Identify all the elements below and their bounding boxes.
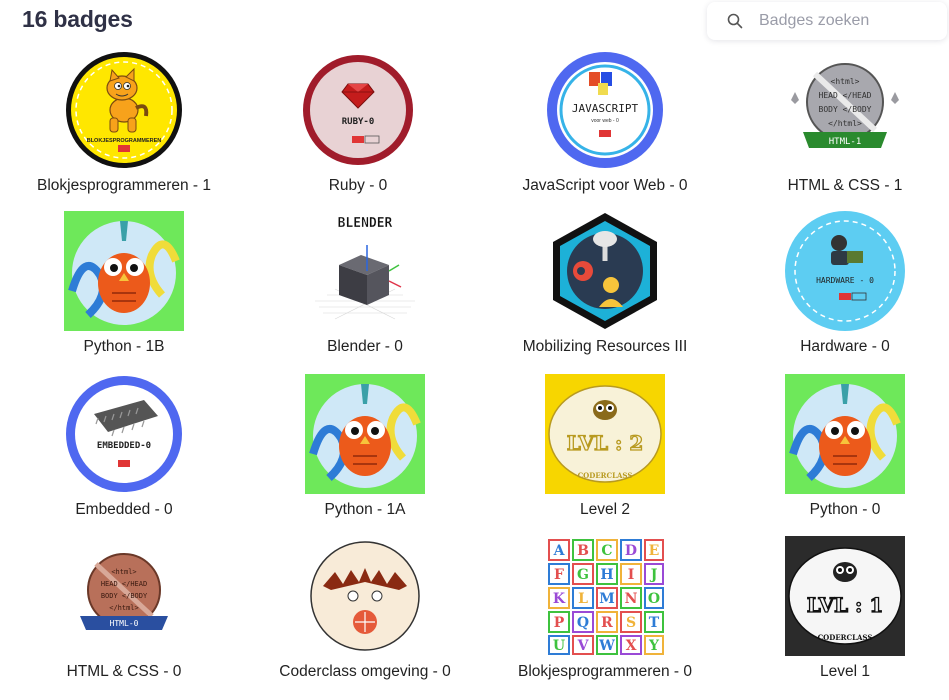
- hardware-badge-image: HARDWARE - 0: [785, 211, 905, 331]
- svg-text:G: G: [577, 567, 589, 583]
- badge-label: Python - 1A: [324, 501, 406, 518]
- badge-card[interactable]: LVL : 1 CODERCLASS Level 1: [728, 536, 949, 696]
- badge-label: Coderclass omgeving - 0: [279, 663, 451, 680]
- svg-text:A: A: [553, 543, 566, 559]
- javascript-badge-image: JAVASCRIPT voor web - 0: [545, 50, 665, 170]
- badge-label: Ruby - 0: [328, 177, 388, 194]
- python-owl-badge-image: [305, 374, 425, 494]
- embedded-badge-text: EMBEDDED-0: [97, 441, 151, 451]
- javascript-badge-text: JAVASCRIPT: [572, 102, 639, 115]
- level-1-badge-sub: CODERCLASS: [818, 633, 873, 642]
- badge-card[interactable]: <html> HEAD </HEAD BODY </BODY </html> H…: [728, 50, 949, 210]
- svg-text:S: S: [626, 615, 636, 631]
- svg-text:O: O: [648, 591, 660, 607]
- svg-text:X: X: [626, 638, 637, 654]
- python-owl-badge-image: [785, 374, 905, 494]
- badge-card[interactable]: BLENDER Blender - 0: [248, 211, 482, 371]
- javascript-badge-sub: voor web - 0: [591, 118, 619, 124]
- svg-text:D: D: [625, 543, 637, 559]
- hexagon-badge-image: [545, 211, 665, 331]
- badge-card[interactable]: Mobilizing Resources III: [488, 211, 722, 371]
- badge-card[interactable]: EMBEDDED-0 Embedded - 0: [7, 374, 241, 534]
- html-css-1-ribbon-text: HTML-1: [829, 137, 862, 147]
- badge-label: Embedded - 0: [75, 501, 173, 518]
- svg-text:BODY </BODY: BODY </BODY: [101, 592, 148, 600]
- html-css-badge-image: <html> HEAD </HEAD BODY </BODY </html> H…: [785, 50, 905, 170]
- badge-label: Python - 1B: [83, 338, 165, 355]
- badge-label: Mobilizing Resources III: [522, 338, 688, 355]
- badge-card[interactable]: Python - 1A: [248, 374, 482, 534]
- svg-text:U: U: [553, 638, 565, 654]
- badge-grid: BLOKJESPROGRAMMEREN Blokjesprogrammeren …: [0, 0, 949, 700]
- svg-text:I: I: [628, 567, 635, 583]
- level-2-badge-text: LVL : 2: [567, 431, 644, 455]
- html-css-0-ribbon-text: HTML-0: [110, 619, 139, 628]
- level-owl-badge-image: LVL : 2 CODERCLASS: [545, 374, 665, 494]
- svg-text:C: C: [601, 543, 612, 559]
- python-owl-badge-image: [64, 211, 184, 331]
- svg-text:Y: Y: [648, 638, 660, 654]
- svg-text:HEAD </HEAD: HEAD </HEAD: [101, 580, 147, 588]
- badge-card[interactable]: A B C D E F G H I J K L M N O P Q R S T …: [488, 536, 722, 696]
- svg-text:E: E: [649, 543, 660, 559]
- svg-text:H: H: [600, 567, 613, 583]
- badge-card[interactable]: <html> HEAD </HEAD BODY </BODY </html> H…: [7, 536, 241, 696]
- badge-card[interactable]: JAVASCRIPT voor web - 0 JavaScript voor …: [488, 50, 722, 210]
- svg-text:F: F: [554, 567, 564, 583]
- svg-text:<html>: <html>: [831, 77, 860, 86]
- svg-text:L: L: [578, 591, 588, 607]
- embedded-chip-badge-image: EMBEDDED-0: [64, 374, 184, 494]
- badge-card[interactable]: RUBY-0 Ruby - 0: [241, 50, 475, 210]
- svg-text:J: J: [649, 567, 658, 583]
- badge-card[interactable]: BLOKJESPROGRAMMEREN Blokjesprogrammeren …: [7, 50, 241, 210]
- svg-text:BODY </BODY: BODY </BODY: [819, 105, 872, 114]
- badge-card[interactable]: Python - 0: [728, 374, 949, 534]
- scratch-cat-badge-image: BLOKJESPROGRAMMEREN: [64, 50, 184, 170]
- badge-card[interactable]: Coderclass omgeving - 0: [248, 536, 482, 696]
- alphabet-blocks-badge-image: A B C D E F G H I J K L M N O P Q R S T …: [545, 536, 665, 656]
- svg-text:N: N: [625, 591, 638, 607]
- badge-label: Python - 0: [809, 501, 881, 518]
- blender-cube-badge-image: BLENDER: [305, 211, 425, 331]
- level-2-badge-sub: CODERCLASS: [578, 471, 633, 480]
- svg-text:</html>: </html>: [109, 604, 139, 612]
- hardware-badge-text: HARDWARE - 0: [816, 276, 874, 285]
- badge-label: Level 1: [820, 663, 870, 680]
- ruby-gem-badge-image: RUBY-0: [298, 50, 418, 170]
- scratch-badge-text: BLOKJESPROGRAMMEREN: [87, 138, 162, 144]
- svg-text:<html>: <html>: [111, 568, 136, 576]
- badge-label: Level 2: [580, 501, 630, 518]
- svg-text:W: W: [598, 638, 615, 654]
- badge-label: HTML & CSS - 1: [787, 177, 903, 194]
- badge-label: Blender - 0: [327, 338, 403, 355]
- svg-text:P: P: [554, 615, 565, 631]
- badge-label: HTML & CSS - 0: [66, 663, 182, 680]
- svg-text:T: T: [649, 615, 660, 631]
- svg-text:K: K: [553, 591, 566, 607]
- badge-card[interactable]: HARDWARE - 0 Hardware - 0: [728, 211, 949, 371]
- svg-text:R: R: [601, 615, 613, 631]
- svg-text:B: B: [577, 543, 589, 559]
- badge-card[interactable]: Python - 1B: [7, 211, 241, 371]
- badge-label: Blokjesprogrammeren - 0: [517, 663, 692, 680]
- coderclass-badge-image: [305, 536, 425, 656]
- svg-text:</html>: </html>: [828, 119, 862, 128]
- svg-text:M: M: [599, 591, 615, 607]
- badge-label: JavaScript voor Web - 0: [522, 177, 688, 194]
- svg-text:Q: Q: [577, 615, 589, 631]
- ruby-badge-text: RUBY-0: [342, 117, 375, 127]
- html-css-badge-image: <html> HEAD </HEAD BODY </BODY </html> H…: [64, 536, 184, 656]
- badge-label: Blokjesprogrammeren - 1: [36, 177, 211, 194]
- blender-badge-text: BLENDER: [338, 216, 393, 231]
- badge-card[interactable]: LVL : 2 CODERCLASS Level 2: [488, 374, 722, 534]
- level-1-badge-text: LVL : 1: [807, 593, 884, 617]
- svg-text:V: V: [577, 638, 590, 654]
- level-owl-badge-image: LVL : 1 CODERCLASS: [785, 536, 905, 656]
- svg-text:HEAD </HEAD: HEAD </HEAD: [819, 91, 872, 100]
- badge-label: Hardware - 0: [800, 338, 890, 355]
